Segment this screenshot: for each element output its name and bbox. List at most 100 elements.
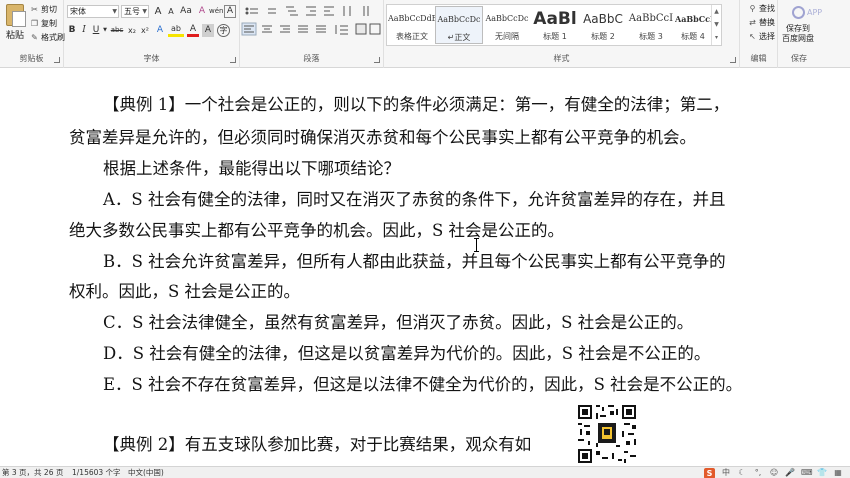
phonetic-guide-button[interactable]: wén xyxy=(209,5,223,18)
more-icon[interactable]: ▾ xyxy=(712,31,721,44)
doc-line-2: 贫富差异是允许的，但必须同时确保消灭赤贫和每个公民事实上都有公平竞争的机会。 xyxy=(69,128,696,147)
gallery-scroll[interactable]: ▲ ▼ ▾ xyxy=(711,5,721,45)
paragraph-group-label: 段落 xyxy=(303,54,320,63)
change-case-button[interactable]: Aa xyxy=(178,5,194,18)
select-button[interactable]: ↖ 选择 xyxy=(748,30,775,42)
style-heading-2[interactable]: AaBbC 标题 2 xyxy=(579,6,627,44)
font-color-button[interactable]: A xyxy=(187,24,199,37)
font-group-label: 字体 xyxy=(143,54,160,63)
app-watermark: APP xyxy=(792,4,850,20)
char-border-button[interactable]: A xyxy=(224,5,236,18)
chevron-down-icon[interactable]: ▼ xyxy=(712,18,721,31)
subscript-button[interactable]: x₂ xyxy=(126,24,138,37)
save-group-label: 保存 xyxy=(791,54,807,63)
paste-label: 粘贴 xyxy=(5,31,24,41)
document-page[interactable]: 【典例 1】一个社会是公正的，则以下的条件必须满足：第一，有健全的法律；第二， … xyxy=(0,69,850,466)
chevron-up-icon[interactable]: ▲ xyxy=(712,5,721,18)
style-name: 标题 1 xyxy=(543,32,567,41)
save-button-label: 保存到 百度网盘 xyxy=(782,24,814,43)
font-size-select[interactable]: 五号 ▼ xyxy=(121,5,149,18)
shirt-icon[interactable]: 👕 xyxy=(817,468,827,478)
doc-line-7: 权利。因此，S 社会是公正的。 xyxy=(69,282,301,301)
cursor-icon: ↖ xyxy=(749,31,756,41)
ime-tray: S 中 ☾ °, ☺ 🎤 ⌨ 👕 ▦ xyxy=(704,467,843,478)
brush-icon: ✎ xyxy=(31,32,38,42)
keyboard-icon[interactable]: ⌨ xyxy=(801,468,813,478)
font-name-select[interactable]: 宋体 ▼ xyxy=(67,5,119,18)
chinese-mode-icon[interactable]: 中 xyxy=(721,468,731,478)
text-effects-button[interactable]: A xyxy=(154,24,166,37)
clear-format-button[interactable]: A xyxy=(196,5,208,18)
paragraph-tools[interactable] xyxy=(240,2,384,46)
styles-group-label: 样式 xyxy=(553,54,570,63)
paragraph-group: 段落 xyxy=(240,0,384,68)
chevron-down-icon: ▼ xyxy=(142,8,147,15)
enclose-char-button[interactable]: 字 xyxy=(217,24,230,37)
punctuation-icon[interactable]: °, xyxy=(753,468,763,478)
status-bar: 第 3 页，共 26 页 1/15603 个字 中文(中国) S 中 ☾ °, … xyxy=(0,466,850,478)
chevron-down-icon[interactable]: ▼ xyxy=(103,24,107,37)
styles-launcher-icon[interactable] xyxy=(730,57,736,63)
replace-label: 替换 xyxy=(759,17,775,27)
font-size-value: 五号 xyxy=(124,7,140,16)
copy-button[interactable]: ❐ 复制 xyxy=(30,17,57,29)
find-button[interactable]: ⚲ 查找 xyxy=(748,2,775,14)
superscript-button[interactable]: x² xyxy=(139,24,151,37)
clipboard-launcher-icon[interactable] xyxy=(54,57,60,63)
replace-button[interactable]: ⇄ 替换 xyxy=(748,16,775,28)
word-count[interactable]: 1/15603 个字 xyxy=(72,468,121,478)
style-table-body[interactable]: AaBbCcDdE 表格正文 xyxy=(388,6,436,44)
doc-line-1: 【典例 1】一个社会是公正的，则以下的条件必须满足：第一，有健全的法律；第二， xyxy=(103,95,730,114)
underline-button[interactable]: U xyxy=(91,24,101,37)
bold-button[interactable]: B xyxy=(67,24,77,37)
replace-icon: ⇄ xyxy=(749,17,756,27)
italic-button[interactable]: I xyxy=(79,24,89,37)
style-heading-1[interactable]: AaBl 标题 1 xyxy=(531,6,579,44)
style-no-spacing[interactable]: AaBbCcDc 无间隔 xyxy=(483,6,531,44)
app-logo-icon xyxy=(792,5,805,19)
search-icon: ⚲ xyxy=(749,3,756,13)
char-shading-button[interactable]: A xyxy=(202,24,214,37)
copy-label: 复制 xyxy=(41,18,57,28)
font-name-value: 宋体 xyxy=(70,7,86,16)
style-sample: AaBl xyxy=(533,9,577,29)
moon-icon[interactable]: ☾ xyxy=(737,468,747,478)
style-sample: AaBbCcDc xyxy=(485,14,529,23)
text-cursor-icon xyxy=(474,238,479,252)
font-launcher-icon[interactable] xyxy=(230,57,236,63)
page-count[interactable]: 第 3 页，共 26 页 xyxy=(2,468,63,478)
style-heading-3[interactable]: AaBbCcI 标题 3 xyxy=(627,6,675,44)
style-name: 标题 2 xyxy=(591,32,615,41)
style-sample: AaBbC xyxy=(583,12,623,26)
style-normal[interactable]: AaBbCcDc ↵正文 xyxy=(435,6,483,44)
scissors-icon: ✂ xyxy=(31,4,38,14)
style-name: 标题 3 xyxy=(639,32,663,41)
language-indicator[interactable]: 中文(中国) xyxy=(128,468,164,478)
shrink-font-button[interactable]: A xyxy=(165,5,177,18)
copy-icon: ❐ xyxy=(30,18,39,28)
style-heading-4[interactable]: AaBbCcDc 标题 4 xyxy=(675,6,711,44)
clipboard-group: 粘贴 ✂ 剪切 ❐ 复制 ✎ 格式刷 剪贴板 xyxy=(0,0,65,68)
style-sample: AaBbCcDc xyxy=(437,15,481,24)
format-painter-label: 格式刷 xyxy=(41,32,65,42)
style-name: 无间隔 xyxy=(495,32,519,41)
font-group: 宋体 ▼ 五号 ▼ A A Aa A wén A B I U ▼ abc x₂ … xyxy=(64,0,240,68)
highlight-button[interactable]: ab xyxy=(168,24,184,37)
doc-line-5: 绝大多数公民事实上都有公平竞争的机会。因此，S 社会是公正的。 xyxy=(69,221,565,240)
microphone-icon[interactable]: 🎤 xyxy=(785,468,795,478)
save-to-baidu-button[interactable]: 保存到 百度网盘 xyxy=(778,24,818,44)
paragraph-launcher-icon[interactable] xyxy=(374,57,380,63)
grid-icon[interactable]: ▦ xyxy=(833,468,843,478)
style-name: ↵正文 xyxy=(447,33,471,42)
paste-button[interactable]: 粘贴 xyxy=(2,4,28,44)
style-sample: AaBbCcDc xyxy=(675,14,711,24)
strikethrough-button[interactable]: abc xyxy=(109,24,125,37)
format-painter-button[interactable]: ✎ 格式刷 xyxy=(30,31,65,43)
styles-gallery: AaBbCcDdE 表格正文 AaBbCcDc ↵正文 AaBbCcDc 无间隔… xyxy=(386,4,722,46)
emoji-icon[interactable]: ☺ xyxy=(769,468,779,478)
cut-button[interactable]: ✂ 剪切 xyxy=(30,3,57,15)
style-sample: AaBbCcI xyxy=(628,13,674,24)
sogou-ime-icon[interactable]: S xyxy=(704,467,715,478)
style-sample: AaBbCcDdE xyxy=(388,14,436,23)
grow-font-button[interactable]: A xyxy=(152,5,164,18)
